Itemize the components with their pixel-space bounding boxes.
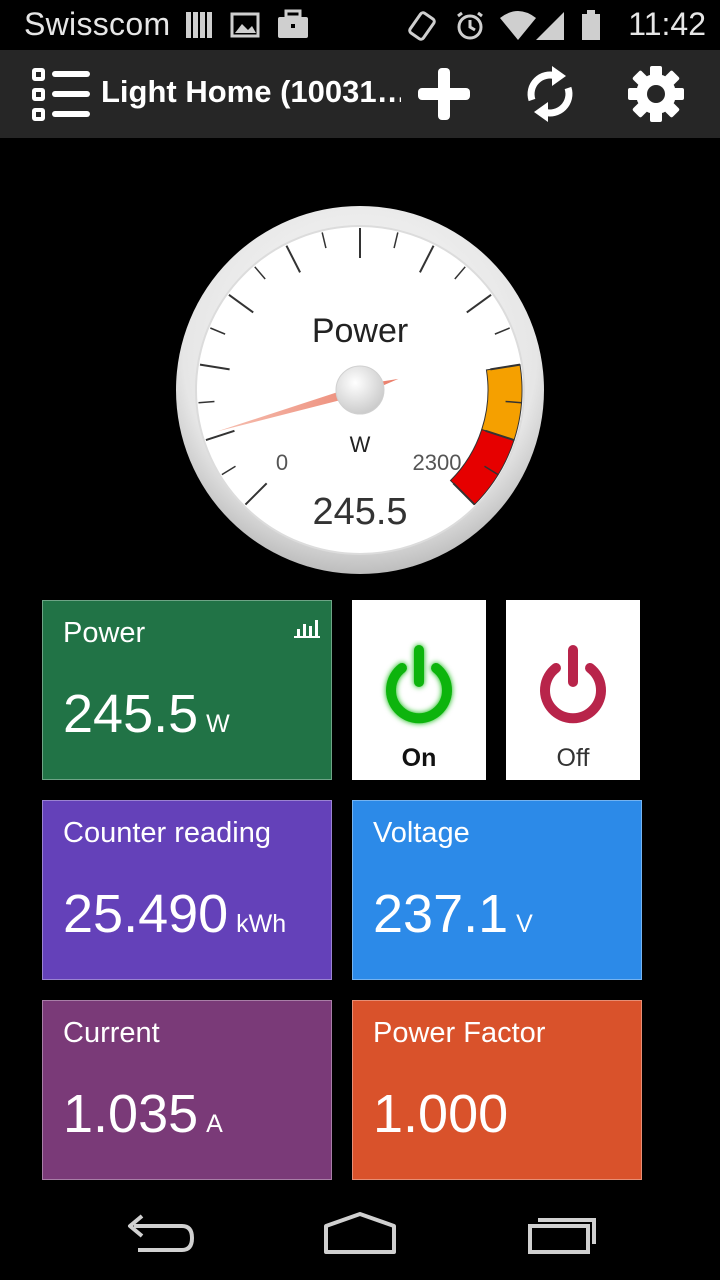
gauge-max-label: 2300 [413,450,462,475]
power-tile-value: 245.5 W [63,683,230,745]
counter-tile-label: Counter reading [63,817,271,849]
voltage-tile[interactable]: Voltage 237.1 V [352,800,642,980]
battery-icon [582,10,600,40]
power-tile[interactable]: Power 245.5 W [42,600,332,780]
gauge-value: 245.5 [312,491,407,533]
briefcase-icon [278,9,308,38]
off-label: Off [556,744,590,772]
plus-icon[interactable] [414,64,474,124]
back-icon[interactable] [120,1208,200,1258]
bar-chart-icon[interactable] [293,615,321,639]
power-off-icon [540,645,606,724]
voltage-tile-value: 237.1 V [373,883,533,945]
home-icon[interactable] [320,1208,400,1258]
power-value: 245.5 [63,684,199,744]
current-tile[interactable]: Current 1.035 A [42,1000,332,1180]
signal-icon [536,12,564,40]
counter-value: 25.490 [63,884,229,944]
gauge-title: Power [312,312,408,350]
current-value: 1.035 [63,1084,199,1144]
current-tile-label: Current [63,1017,160,1049]
gauge-dial: Power W 0 2300 245.5 [176,206,544,574]
power-factor-tile-value: 1.000 [373,1083,508,1145]
power-unit: W [206,710,230,738]
power-factor-tile-label: Power Factor [373,1017,546,1049]
action-bar: Light Home (10031… [0,50,720,138]
voltage-unit: V [516,910,533,938]
off-button[interactable]: Off [506,600,640,780]
vibrate-icon [408,11,436,41]
alarm-icon [457,11,483,40]
clock: 11:42 [628,6,706,42]
power-factor-tile[interactable]: Power Factor 1.000 [352,1000,642,1180]
power-on-icon [386,645,452,724]
recent-apps-icon[interactable] [522,1208,602,1258]
voltage-value: 237.1 [373,884,509,944]
gauge-hub [335,365,385,415]
power-factor-value: 1.000 [373,1084,509,1144]
power-tile-label: Power [63,617,146,649]
voltage-tile-label: Voltage [373,817,470,849]
counter-tile-value: 25.490 kWh [63,883,286,945]
wifi-icon [500,11,536,40]
current-tile-value: 1.035 A [63,1083,223,1145]
carrier-name: Swisscom [24,6,171,42]
on-label: On [401,744,437,772]
status-bar: Swisscom 11:42 [0,0,720,50]
counter-unit: kWh [236,910,287,938]
status-right-icons [408,10,600,41]
navigation-bar [0,1190,720,1280]
on-button[interactable]: On [352,600,486,780]
image-icon [230,12,260,38]
list-menu-icon[interactable] [30,66,92,124]
gear-icon[interactable] [626,64,686,124]
counter-reading-tile[interactable]: Counter reading 25.490 kWh [42,800,332,980]
sim-bars-icon [186,12,212,38]
power-gauge: Power W 0 2300 245.5 [174,204,546,576]
page-title[interactable]: Light Home (10031… [101,74,401,110]
refresh-icon[interactable] [520,64,580,124]
current-unit: A [206,1110,223,1138]
gauge-unit: W [350,432,371,457]
status-left-icons [186,9,308,38]
gauge-min-label: 0 [276,450,288,475]
